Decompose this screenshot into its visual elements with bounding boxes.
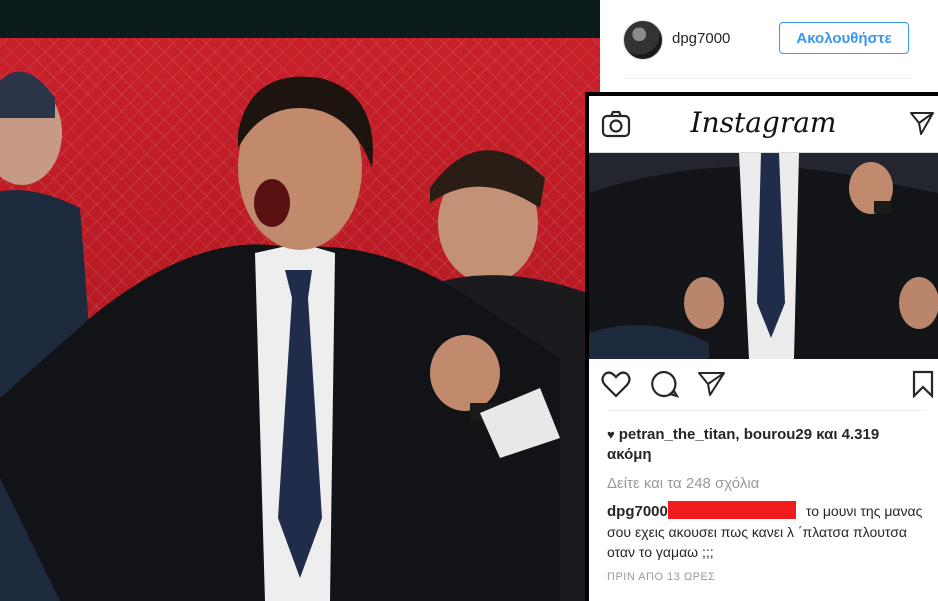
likes-text[interactable]: petran_the_titan, bourou29 και 4.319 ακό… — [607, 426, 879, 463]
view-comments-link[interactable]: Δείτε και τα 248 σχόλια — [607, 474, 759, 494]
crowd-figures — [0, 71, 600, 601]
post-action-row — [589, 366, 938, 402]
inset-divider — [607, 410, 925, 411]
photo-top-band — [0, 0, 600, 38]
post-username[interactable]: dpg7000 — [672, 30, 730, 47]
instagram-logo: Instagram — [690, 106, 837, 139]
inset-photo-figures — [589, 153, 938, 359]
paper-plane-icon[interactable] — [909, 110, 935, 136]
paper-plane-icon[interactable] — [697, 370, 727, 398]
bookmark-icon[interactable] — [912, 370, 934, 398]
likes-heart-icon: ♥ — [607, 427, 615, 442]
main-photo — [0, 0, 600, 601]
inset-screenshot: Instagram ♥ petran_the_titan, bourou29 κ… — [585, 92, 938, 601]
follow-button[interactable]: Ακολουθήστε — [779, 22, 909, 54]
avatar[interactable] — [623, 20, 663, 60]
likes-line[interactable]: ♥ petran_the_titan, bourou29 και 4.319 ακ… — [607, 425, 927, 465]
caption-username[interactable]: dpg7000 — [607, 503, 668, 520]
header-divider — [623, 78, 911, 79]
speech-bubble-icon[interactable] — [649, 370, 679, 398]
heart-icon[interactable] — [601, 370, 631, 398]
inset-content: Instagram ♥ petran_the_titan, bourou29 κ… — [589, 96, 938, 601]
inset-photo — [589, 153, 938, 359]
redaction-bar — [667, 501, 796, 519]
caption: dpg7000 το μουνι της μανας σου εχεις ακου… — [607, 501, 927, 562]
instagram-top-bar: Instagram — [589, 96, 938, 153]
post-timestamp: ΠΡΙΝ ΑΠΟ 13 ΩΡΕΣ — [607, 571, 716, 583]
